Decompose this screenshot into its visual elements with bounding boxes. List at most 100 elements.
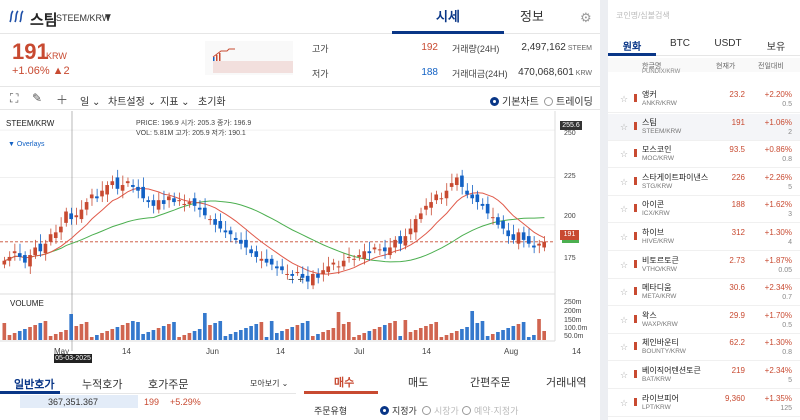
coin-price: 191	[731, 117, 745, 127]
tab-btc[interactable]: BTC	[656, 38, 704, 49]
volume-bar	[74, 326, 79, 340]
coin-price: 62.2	[729, 338, 745, 348]
star-icon[interactable]: ☆	[620, 260, 628, 271]
x-tick: 14	[572, 347, 581, 356]
chart-canvas[interactable]	[0, 111, 600, 361]
fullscreen-icon[interactable]: ⛶	[10, 91, 18, 106]
view-mode-select[interactable]: 모아보기 ⌄	[250, 378, 288, 389]
tab-usdt[interactable]: USDT	[704, 38, 752, 49]
coin-row[interactable]: ☆ 아이콘 ICX/KRW 188 +1.62% 3	[608, 196, 800, 224]
coin-row[interactable]: ☆ 앵커 ANKR/KRW 23.2 +2.20% 0.5	[608, 86, 800, 113]
star-icon[interactable]: ☆	[620, 177, 628, 188]
basic-chart-radio[interactable]: 기본차트	[490, 93, 539, 108]
orderbook-tabs: 일반호가 누적호가 호가주문 모아보기 ⌄	[0, 368, 296, 394]
market-radio[interactable]: 시장가	[422, 404, 459, 417]
volume-bar	[424, 326, 428, 340]
star-icon[interactable]: ☆	[620, 370, 628, 381]
y-tick: 200	[564, 213, 576, 220]
chart-settings-button[interactable]: 차트설정 ⌄	[108, 93, 156, 108]
tab-underline	[0, 391, 60, 394]
orderbook-row[interactable]: 367,351.367 199 +5.29%	[0, 395, 296, 409]
limit-radio[interactable]: 지정가	[380, 404, 417, 417]
pencil-icon[interactable]: ✎	[32, 91, 42, 105]
chevron-down-icon[interactable]: ▼	[103, 12, 113, 23]
tab-orderbook-order[interactable]: 호가주문	[148, 376, 188, 392]
reset-button[interactable]: 초기화	[198, 93, 226, 108]
y-tick: 175	[564, 255, 576, 262]
coin-row[interactable]: ☆ 모스코인 MOC/KRW 93.5 +0.86% 0.8	[608, 141, 800, 169]
candle-body	[331, 262, 336, 265]
tab-simple-order[interactable]: 간편주문	[470, 374, 510, 390]
coin-row[interactable]: ☆ 라이브피어 LPT/KRW 9,360 +1.35% 125	[608, 390, 800, 417]
coin-row[interactable]: ☆ 왁스 WAXP/KRW 29.9 +1.70% 0.5	[608, 307, 800, 334]
candle-body	[537, 243, 541, 246]
coin-row[interactable]: ☆ 비토르토큰 VTHO/KRW 2.73 +1.87% 0.05	[608, 252, 800, 279]
candle-body	[295, 272, 300, 274]
indicator-button[interactable]: 지표 ⌄	[160, 93, 190, 108]
candle-body	[249, 249, 253, 254]
coin-price: 29.9	[729, 310, 745, 320]
candle-body	[89, 194, 94, 199]
price-chart[interactable]: STEEM/KRW ▼ Overlays PRICE: 196.9 시가: 20…	[0, 111, 600, 363]
partial-coin-row[interactable]: PUNDIX/KRW	[642, 69, 680, 75]
star-icon[interactable]: ☆	[620, 287, 628, 298]
volume-bar	[408, 332, 413, 340]
star-icon[interactable]: ☆	[620, 232, 628, 243]
coin-row[interactable]: ☆ 하이브 HIVE/KRW 312 +1.30% 4	[608, 224, 800, 251]
tab-holdings[interactable]: 보유	[752, 38, 800, 53]
period-selector[interactable]: 일 ⌄	[80, 93, 100, 108]
volume-bar	[439, 337, 444, 340]
candle-body	[305, 275, 310, 282]
x-tick: 14	[276, 347, 285, 356]
volume-bar	[17, 331, 22, 340]
tab-buy[interactable]: 매수	[334, 374, 354, 390]
candle-body	[280, 266, 284, 271]
tab-cumulative-orderbook[interactable]: 누적호가	[82, 376, 122, 392]
volume-bar	[48, 336, 53, 340]
candle-body	[264, 258, 269, 263]
tab-general-orderbook[interactable]: 일반호가	[14, 376, 54, 392]
high-label: 고가	[312, 44, 329, 54]
volume-bar	[208, 325, 212, 340]
overlays-toggle[interactable]: ▼ Overlays	[8, 141, 45, 148]
coin-change: +1.62%	[764, 200, 792, 210]
star-icon[interactable]: ☆	[620, 315, 628, 326]
star-icon[interactable]: ☆	[620, 342, 628, 353]
volume-bar	[249, 326, 253, 340]
coin-change: +1.30%	[764, 228, 792, 237]
tab-market-price[interactable]: 시세	[392, 0, 504, 34]
volume-bar	[2, 323, 7, 340]
gear-icon[interactable]: ⚙	[580, 10, 592, 26]
coin-search-input[interactable]: 코인명/심볼검색	[616, 10, 792, 24]
candle-body	[460, 175, 464, 187]
head-change[interactable]: 전일대비	[758, 61, 784, 71]
coin-change-value: 5	[788, 183, 792, 191]
star-icon[interactable]: ☆	[620, 122, 628, 133]
volume-bar	[454, 331, 459, 340]
candle-body	[146, 200, 151, 203]
candle-body	[59, 226, 63, 233]
coin-row[interactable]: ☆ 체인바운티 BOUNTY/KRW 62.2 +1.30% 0.8	[608, 334, 800, 362]
change-bar	[634, 314, 637, 323]
star-icon[interactable]: ☆	[620, 94, 628, 105]
volume-bar	[223, 336, 228, 340]
crosshair-icon[interactable]: ＋	[56, 91, 68, 108]
coin-row[interactable]: ☆ 베이직어텐션토큰 BAT/KRW 219 +2.34% 5	[608, 362, 800, 389]
volume-bar	[367, 331, 372, 340]
star-icon[interactable]: ☆	[620, 398, 628, 409]
tab-sell[interactable]: 매도	[408, 374, 428, 390]
coin-row[interactable]: ☆ 스타게이트파이낸스 STG/KRW 226 +2.26% 5	[608, 169, 800, 196]
star-icon[interactable]: ☆	[620, 204, 628, 215]
coin-row[interactable]: ☆ 스팀 STEEM/KRW 191 +1.06% 2	[608, 113, 800, 141]
tab-krw[interactable]: 원화	[608, 38, 656, 56]
tab-info[interactable]: 정보	[504, 0, 560, 34]
tab-trade-history[interactable]: 거래내역	[546, 374, 586, 390]
reserve-radio[interactable]: 예약·지정가	[462, 404, 518, 417]
volume-bar	[192, 331, 197, 340]
volume-bar	[300, 323, 305, 340]
head-price[interactable]: 현재가	[716, 61, 735, 71]
coin-row[interactable]: ☆ 메타디움 META/KRW 30.6 +2.34% 0.7	[608, 279, 800, 307]
star-icon[interactable]: ☆	[620, 149, 628, 160]
y-tick: 250	[564, 130, 576, 137]
zoom-controls[interactable]: − +	[288, 274, 304, 286]
